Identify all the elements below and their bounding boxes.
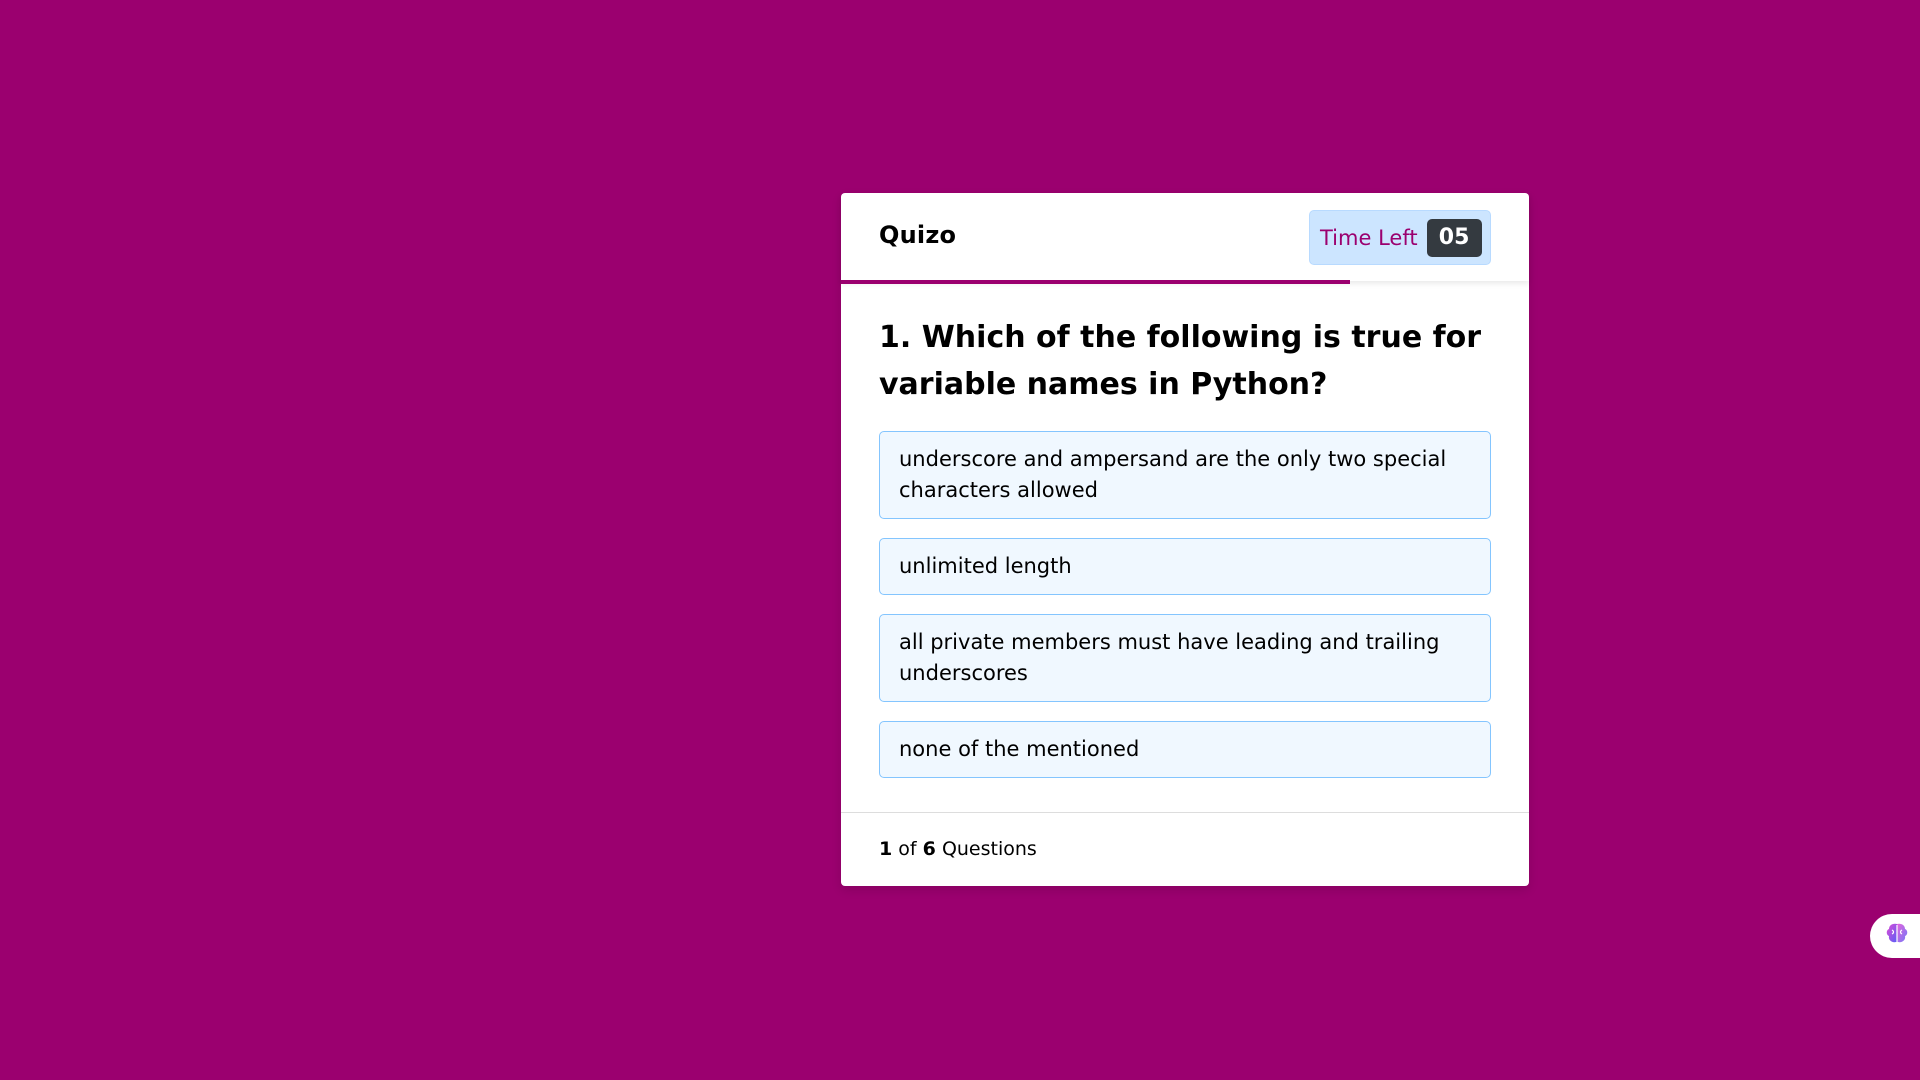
option-1[interactable]: underscore and ampersand are the only tw… (879, 431, 1491, 519)
timer: Time Left 05 (1309, 210, 1491, 265)
quiz-header: Quizo Time Left 05 (841, 193, 1529, 284)
of-text: of (898, 838, 917, 860)
current-question-number: 1 (879, 838, 893, 860)
quiz-box: Quizo Time Left 05 1. Which of the follo… (841, 193, 1529, 886)
time-progress-line (841, 280, 1351, 284)
app-title: Quizo (879, 221, 957, 249)
assistant-widget-button[interactable] (1870, 914, 1920, 958)
option-3[interactable]: all private members must have leading an… (879, 614, 1491, 702)
option-4[interactable]: none of the mentioned (879, 721, 1491, 778)
brain-icon (1884, 921, 1910, 951)
question-text: 1. Which of the following is true for va… (879, 320, 1482, 402)
quiz-footer: 1 of 6 Questions (841, 812, 1529, 886)
timer-count: 05 (1426, 218, 1482, 257)
timer-label: Time Left (1320, 225, 1418, 250)
questions-label: Questions (941, 838, 1037, 860)
option-list: underscore and ampersand are the only tw… (879, 431, 1491, 797)
total-questions-number: 6 (922, 838, 936, 860)
option-2[interactable]: unlimited length (879, 538, 1491, 595)
question-counter: 1 of 6 Questions (879, 838, 1037, 860)
